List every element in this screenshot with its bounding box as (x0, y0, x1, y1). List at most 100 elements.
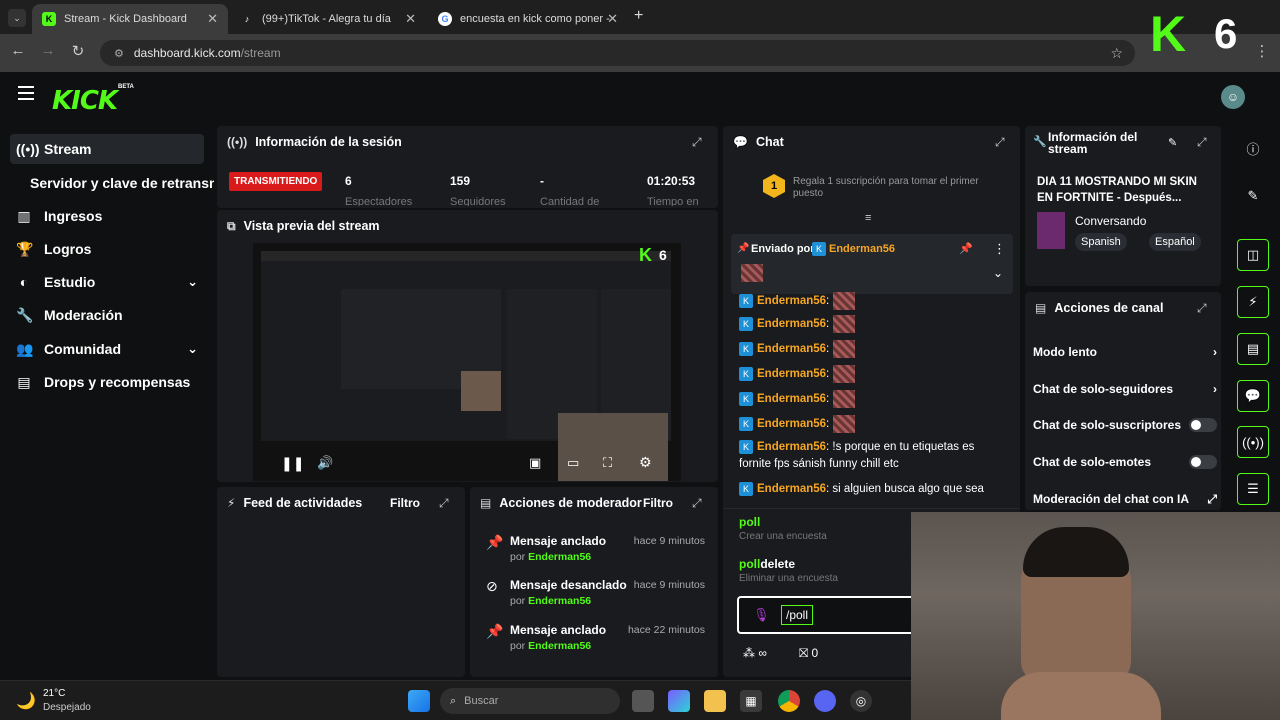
edit-pencil-icon[interactable]: ✎ (1168, 136, 1177, 149)
close-tab-icon[interactable]: ✕ (607, 11, 618, 27)
sidebar-item-drops[interactable]: ▤ Drops y recompensas (10, 367, 204, 397)
mod-actions-panel: ▤ Acciones de moderador Filtro ⤢ 📌 Mensa… (470, 487, 718, 677)
discord-icon[interactable] (814, 690, 836, 712)
command-poll[interactable]: poll Crear una encuesta (739, 515, 827, 542)
filter-button[interactable]: Filtro (390, 496, 420, 510)
tag-spanish[interactable]: Spanish (1075, 233, 1127, 251)
chat-message[interactable]: K Enderman56: (739, 415, 856, 433)
close-tab-icon[interactable]: ✕ (405, 11, 416, 27)
chat-message[interactable]: K Enderman56: (739, 315, 856, 333)
file-explorer-icon[interactable] (704, 690, 726, 712)
tag-espanol[interactable]: Español (1149, 233, 1201, 251)
viewers-label: Espectadores (345, 196, 413, 206)
emotes-only-item[interactable]: Chat de solo-emotes (1033, 452, 1219, 472)
gift-icon[interactable]: ⛝ 0 (799, 646, 818, 661)
followers-count: 159 (450, 174, 471, 188)
bookmark-star-icon[interactable]: ☆ (1110, 45, 1123, 62)
panels-icon[interactable]: ☰ (1237, 473, 1269, 505)
volume-icon[interactable]: 🔊 (317, 455, 333, 471)
sidebar-item-server-key[interactable]: Servidor y clave de retransm (10, 168, 214, 198)
lightning-icon[interactable]: ⚡ (1237, 286, 1269, 318)
new-tab-button[interactable]: + (634, 7, 643, 25)
chat-message[interactable]: K Enderman56: si alguien busca algo que s… (739, 482, 984, 496)
tab-search-button[interactable]: ⌄ (8, 9, 26, 27)
sidebar-item-stream[interactable]: ((•)) Stream (10, 134, 204, 164)
notes-icon[interactable]: ▤ (1237, 333, 1269, 365)
chevron-down-icon[interactable]: ⌄ (993, 266, 1003, 280)
windows-start-icon[interactable] (408, 690, 430, 712)
menu-dots-icon[interactable]: ⋮ (1252, 42, 1272, 60)
chat-bubble-icon[interactable]: 💬 (1237, 380, 1269, 412)
list-item[interactable]: ⊘ Mensaje desanclado por Enderman56 hace… (470, 578, 715, 614)
tiktok-favicon-icon: ♪ (244, 14, 250, 24)
avatar[interactable]: ☺ (1221, 85, 1245, 109)
sidebar-item-logros[interactable]: 🏆 Logros (10, 234, 204, 264)
sidebar-item-estudio[interactable]: ◐ Estudio ⌄ (10, 267, 204, 297)
forward-icon[interactable]: → (38, 42, 58, 59)
copilot-icon[interactable] (668, 690, 690, 712)
store-icon[interactable]: ▦ (740, 690, 762, 712)
tab-kick-dashboard[interactable]: K Stream - Kick Dashboard ✕ (32, 4, 228, 34)
kick-badge-icon: K (739, 317, 753, 331)
category-name[interactable]: Conversando (1075, 214, 1146, 228)
pinned-message[interactable]: 📌 Enviado por K Enderman56 📌 ⋮ ⌄ (731, 234, 1013, 294)
list-item[interactable]: 📌 Mensaje anclado por Enderman56 hace 22… (470, 623, 715, 659)
reload-icon[interactable]: ↻ (68, 42, 88, 60)
tab-google-search[interactable]: G encuesta en kick como poner - ✕ (428, 4, 628, 34)
filter-button[interactable]: Filtro (643, 496, 673, 510)
chat-message[interactable]: K Enderman56: (739, 365, 856, 383)
kick-logo[interactable]: KICK (52, 86, 118, 116)
sidebar-item-ingresos[interactable]: ▥ Ingresos (10, 201, 204, 231)
url-field[interactable]: ⚙ dashboard.kick.com/stream ☆ (100, 40, 1135, 66)
chat-message[interactable]: K Enderman56: !s porque en tu etiquetas e… (739, 440, 974, 454)
theater-icon[interactable]: ▭ (567, 455, 579, 471)
weather-icon[interactable]: 🌙 (16, 691, 36, 711)
edit-pencil-icon[interactable]: ✎ (1237, 180, 1269, 212)
pip-icon[interactable]: ▣ (529, 455, 541, 471)
chat-message[interactable]: K Enderman56: (739, 340, 856, 358)
expand-icon[interactable]: ⤢ (995, 135, 1005, 150)
expand-icon[interactable]: ⤢ (692, 135, 702, 150)
task-view-icon[interactable] (632, 690, 654, 712)
emote (741, 264, 763, 282)
hamburger-menu-icon[interactable] (18, 86, 34, 100)
unpin-button-icon[interactable]: 📌 (959, 242, 973, 255)
broadcast-icon[interactable]: ((•)) (1237, 426, 1269, 458)
ai-moderation-item[interactable]: Moderación del chat con IA ⤢ (1033, 489, 1219, 509)
url-path: /stream (240, 46, 281, 60)
sidebar-item-comunidad[interactable]: 👥 Comunidad ⌄ (10, 334, 204, 364)
points-icon[interactable]: ⁂ ∞ (743, 646, 767, 660)
stream-video[interactable]: K 6 ❚❚ 🔊 ▣ ▭ ⛶ ⚙ (253, 243, 681, 481)
more-options-icon[interactable]: ⋮ (993, 241, 1006, 257)
clip-icon[interactable]: ◫ (1237, 239, 1269, 271)
emotes-only-toggle[interactable] (1189, 455, 1217, 469)
followers-only-item[interactable]: Chat de solo-seguidores › (1033, 379, 1219, 399)
slow-mode-item[interactable]: Modo lento › (1033, 342, 1219, 362)
command-polldelete[interactable]: polldelete Eliminar una encuesta (739, 557, 838, 584)
sidebar-item-moderacion[interactable]: 🔧 Moderación (10, 300, 204, 330)
expand-icon[interactable]: ⤢ (1197, 135, 1207, 150)
chrome-icon[interactable] (778, 690, 800, 712)
subscribers-only-item[interactable]: Chat de solo-suscriptores (1033, 415, 1219, 435)
emote (833, 292, 856, 310)
collapse-icon[interactable]: ≡ (865, 212, 871, 224)
obs-icon[interactable]: ◎ (850, 690, 872, 712)
taskbar-search[interactable]: ⌕ Buscar (440, 688, 620, 714)
settings-gear-icon[interactable]: ⚙ (639, 454, 652, 471)
chat-message[interactable]: K Enderman56: (739, 292, 856, 310)
microphone-icon[interactable]: 🎙 (753, 607, 770, 623)
close-tab-icon[interactable]: ✕ (207, 11, 218, 27)
fullscreen-icon[interactable]: ⛶ (603, 455, 612, 471)
expand-icon[interactable]: ⤢ (692, 496, 702, 511)
site-info-icon[interactable]: ⚙ (114, 47, 124, 60)
tab-tiktok[interactable]: ♪ (99+)TikTok - Alegra tu día ✕ (230, 4, 426, 34)
back-icon[interactable]: ← (8, 42, 28, 59)
list-item[interactable]: 📌 Mensaje anclado por Enderman56 hace 9 … (470, 534, 715, 570)
chat-message[interactable]: K Enderman56: (739, 390, 856, 408)
info-icon[interactable]: ⓘ (1237, 132, 1269, 164)
expand-icon[interactable]: ⤢ (439, 496, 449, 511)
subscribers-only-toggle[interactable] (1189, 418, 1217, 432)
emote (833, 390, 856, 408)
pause-icon[interactable]: ❚❚ (281, 455, 304, 472)
expand-icon[interactable]: ⤢ (1197, 301, 1207, 316)
